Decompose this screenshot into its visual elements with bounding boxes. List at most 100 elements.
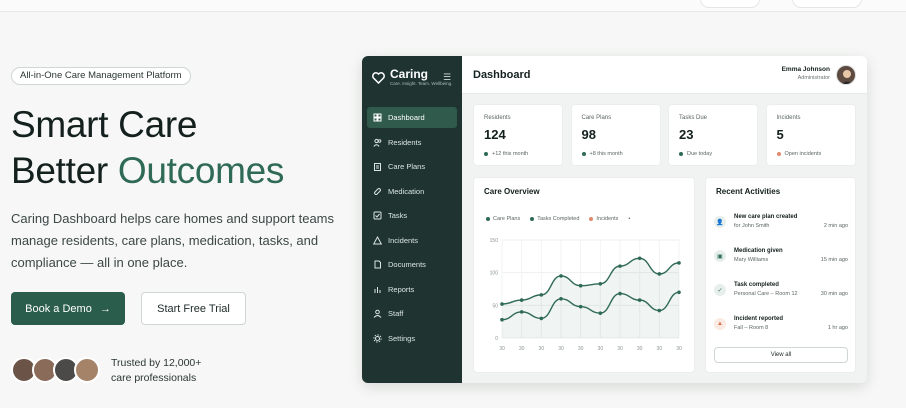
data-point[interactable] [539, 316, 544, 321]
sidebar-item-label: Staff [388, 309, 404, 318]
top-nav-pill[interactable] [700, 0, 760, 8]
activity-item[interactable]: ✓ Task completed Personal Care – Room 12 30… [714, 282, 848, 308]
sidebar-item-label: Reports [388, 284, 415, 294]
data-point[interactable] [657, 308, 662, 313]
user-role: Administrator [797, 75, 830, 81]
stat-label: Care Plans [581, 115, 612, 121]
sidebar-item-incidents[interactable]: Incidents [367, 230, 457, 251]
activity-time: 2 min ago [823, 223, 848, 229]
user-avatar-icon [841, 70, 853, 84]
data-point[interactable] [677, 261, 681, 265]
sidebar-item-care-plans[interactable]: Care Plans [367, 156, 457, 177]
x-tick-label: 30 [519, 346, 525, 352]
data-point[interactable] [500, 302, 504, 306]
activity-title: New care plan created [734, 214, 798, 220]
sidebar-item-label: Incidents [388, 235, 419, 245]
document-icon [374, 260, 381, 269]
y-tick-label: 100 [490, 271, 499, 277]
x-tick-label: 30 [676, 346, 682, 352]
warning-icon [373, 235, 382, 244]
stat-subtext: Open incidents [776, 151, 822, 157]
sidebar-item-residents[interactable]: Residents [367, 132, 457, 153]
headline-accent: Outcomes [117, 150, 285, 191]
headline-plain: Better [11, 150, 118, 191]
activity-item[interactable]: 👤 New care plan created for John Smith 2 mi… [714, 214, 848, 240]
view-all-button[interactable]: View all [714, 347, 848, 363]
y-tick-label: 150 [490, 238, 499, 244]
sidebar-item-medication[interactable]: Medication [367, 181, 457, 202]
x-tick-label: 30 [499, 346, 505, 352]
start-free-trial-button[interactable]: Start Free Trial [141, 292, 246, 325]
stat-subtext-label: Due today [687, 151, 713, 157]
data-point[interactable] [598, 281, 603, 286]
stat-subtext-label: Open incidents [784, 151, 822, 157]
hamburger-menu-icon[interactable]: ☰ [443, 72, 451, 83]
pill-icon [374, 187, 381, 195]
sidebar-item-reports[interactable]: Reports [367, 279, 457, 300]
data-point[interactable] [618, 264, 622, 268]
data-point[interactable] [559, 274, 563, 278]
data-point[interactable] [637, 256, 642, 261]
data-point[interactable] [657, 272, 662, 276]
status-dot-icon [679, 152, 683, 156]
data-point[interactable] [598, 311, 603, 315]
sidebar-item-label: Settings [388, 333, 416, 343]
activity-item[interactable]: ▣ Medication given Mary Williams 15 min ago [714, 248, 848, 274]
activity-item[interactable]: ▲ Incident reported Fall – Room 8 1 hr ago [714, 316, 848, 342]
sidebar-item-label: Medication [388, 186, 425, 196]
data-point[interactable] [519, 298, 524, 302]
sidebar-item-label: Documents [388, 260, 426, 269]
recent-activities-card: Recent Activities 👤 New care plan created… [705, 177, 856, 373]
headline-line-2: Better Outcomes [11, 148, 284, 194]
data-point[interactable] [637, 298, 642, 302]
care-overview-card: Care Overview Care Plans Tasks Completed I… [473, 177, 695, 373]
sidebar-item-dashboard[interactable]: Dashboard [367, 107, 457, 128]
check-icon: ✓ [714, 284, 726, 296]
data-point[interactable] [500, 317, 504, 322]
top-nav-pill[interactable] [792, 0, 862, 8]
data-point[interactable] [578, 304, 583, 309]
status-dot-icon [776, 152, 781, 156]
stat-card-care-plans[interactable]: Care Plans 98 +8 this month [570, 104, 661, 166]
stat-label: Incidents [776, 115, 801, 121]
stat-value: 98 [581, 127, 596, 142]
sidebar-item-staff[interactable]: Staff [367, 303, 457, 324]
pill-icon: ▣ [714, 250, 726, 262]
sidebar: Caring Care. Insight. Team. Wellbeing. ☰… [362, 56, 462, 383]
data-point[interactable] [559, 297, 563, 301]
stat-subtext: +8 this month [581, 151, 623, 157]
data-point[interactable] [677, 290, 681, 295]
sidebar-item-label: Dashboard [388, 113, 425, 122]
data-point[interactable] [578, 283, 583, 288]
book-demo-label: Book a Demo [25, 302, 92, 315]
sidebar-item-tasks[interactable]: Tasks [367, 205, 457, 226]
stat-card-incidents[interactable]: Incidents 5 Open incidents [765, 104, 856, 166]
stat-card-residents[interactable]: Residents 124 +12 this month [473, 104, 563, 166]
activity-subtitle: for John Smith [734, 223, 770, 229]
activity-time: 15 min ago [820, 257, 848, 263]
x-tick-label: 30 [539, 346, 545, 352]
x-tick-label: 30 [598, 346, 604, 352]
stat-subtext: Due today [679, 151, 712, 157]
data-point[interactable] [539, 293, 544, 297]
headline-line-1: Smart Care [11, 104, 198, 145]
sidebar-item-label: Residents [388, 137, 422, 147]
activity-subtitle: Fall – Room 8 [734, 325, 769, 331]
x-tick-label: 30 [657, 346, 663, 352]
data-point[interactable] [519, 310, 524, 314]
book-demo-button[interactable]: Book a Demo → [11, 292, 125, 325]
top-nav-bar [0, 0, 906, 12]
stat-subtext-label: +8 this month [589, 151, 623, 157]
sidebar-item-settings[interactable]: Settings [367, 328, 457, 349]
sidebar-item-documents[interactable]: Documents [367, 254, 457, 275]
trusted-text: Trusted by 12,000+ care professionals [111, 356, 201, 386]
user-avatar[interactable] [836, 65, 856, 85]
page-title: Dashboard [473, 69, 531, 81]
activity-title: Incident reported [734, 316, 784, 322]
avatar [74, 357, 100, 383]
stat-card-tasks-due[interactable]: Tasks Due 23 Due today [668, 104, 758, 166]
x-tick-label: 30 [637, 346, 643, 352]
activity-title: Task completed [734, 282, 779, 288]
data-point[interactable] [618, 291, 622, 296]
stat-label: Tasks Due [679, 115, 708, 121]
